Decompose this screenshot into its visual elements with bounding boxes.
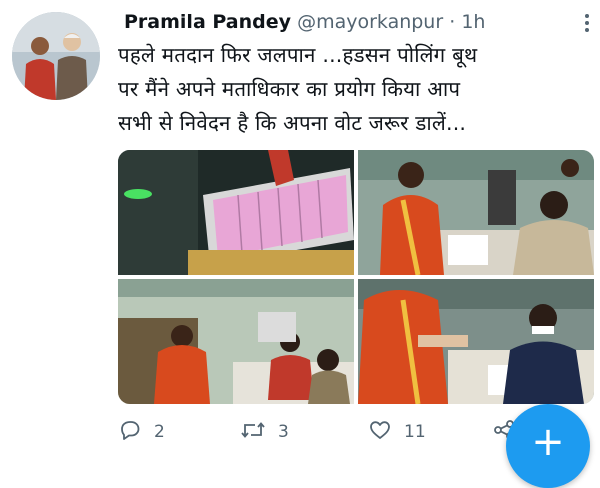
tweet-actions: 2 3 11: [118, 418, 538, 446]
avatar[interactable]: [12, 12, 100, 100]
like-count: 11: [404, 422, 426, 442]
photo-polling-room[interactable]: [118, 279, 354, 404]
author-handle[interactable]: @mayorkanpur: [297, 11, 443, 33]
avatar-photo: [12, 12, 100, 100]
reply-button[interactable]: 2: [118, 418, 165, 446]
author-name[interactable]: Pramila Pandey: [124, 11, 291, 33]
media-grid[interactable]: [118, 150, 594, 404]
photo-closeup[interactable]: [358, 279, 594, 404]
compose-button[interactable]: +: [506, 404, 590, 488]
tweet-text: पहले मतदान फिर जलपान ...हडसन पोलिंग बूथ …: [118, 38, 588, 140]
tweet-text-line: पहले मतदान फिर जलपान ...हडसन पोलिंग बूथ: [118, 43, 478, 67]
header-separator: ·: [449, 11, 456, 33]
more-icon[interactable]: [580, 12, 594, 34]
plus-icon: +: [531, 419, 565, 465]
tweet-text-line: सभी से निवेदन है कि अपना वोट जरूर डालें.…: [118, 111, 467, 135]
reply-icon: [118, 418, 142, 447]
like-icon: [368, 418, 392, 447]
reply-count: 2: [154, 422, 165, 442]
tweet-time[interactable]: 1h: [461, 11, 485, 33]
tweet-text-line: पर मैंने अपने मताधिकार का प्रयोग किया आप: [118, 77, 461, 101]
photo-evm[interactable]: [118, 150, 354, 275]
photo-signing[interactable]: [358, 150, 594, 276]
like-button[interactable]: 11: [368, 418, 426, 446]
retweet-button[interactable]: 3: [240, 418, 289, 446]
retweet-icon: [240, 418, 266, 447]
retweet-count: 3: [278, 422, 289, 442]
tweet-header: Pramila Pandey @mayorkanpur · 1h: [124, 8, 586, 36]
